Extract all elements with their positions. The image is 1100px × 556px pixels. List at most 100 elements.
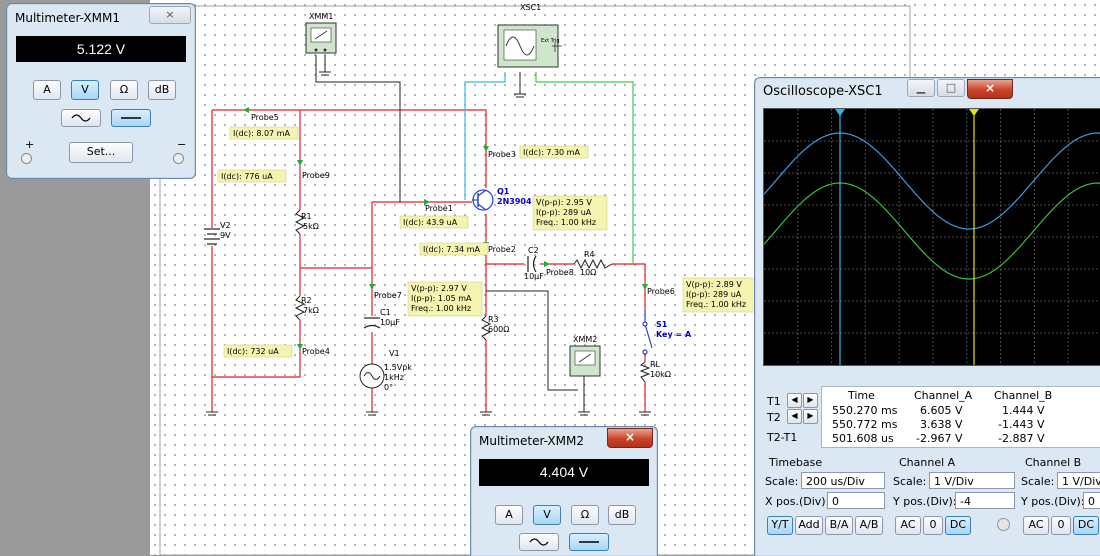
xmm2-decibel-button[interactable]: dB (608, 505, 636, 525)
label-v1: V1 (389, 349, 400, 358)
label-probe3: Probe3 (488, 150, 516, 159)
transistor-q1[interactable] (472, 189, 494, 211)
mode-yt-button[interactable]: Y/T (767, 516, 793, 535)
mode-ab-button[interactable]: A/B (855, 516, 883, 535)
channel-a-terminal[interactable] (997, 518, 1010, 531)
xmm2-voltmeter-button[interactable]: V (533, 505, 561, 525)
mode-add-button[interactable]: Add (795, 516, 823, 535)
xmm1-set-button[interactable]: Set... (69, 142, 133, 163)
row1-channel-b: 1.444 V (1002, 404, 1045, 417)
xmm2-ohmmeter-button[interactable]: Ω (571, 505, 599, 525)
xmm2-ammeter-button[interactable]: A (495, 505, 523, 525)
t2-label: T2 (767, 411, 781, 424)
battery-v2[interactable] (204, 228, 220, 245)
row2-channel-b: -1.443 V (998, 418, 1045, 431)
label-q1: Q1 (497, 187, 510, 196)
channel-b-ac-button[interactable]: AC (1023, 516, 1049, 535)
label-q1-val: 2N3904 (497, 197, 532, 206)
t2-left-arrow-icon[interactable]: ◀ (787, 409, 802, 424)
mode-ba-button[interactable]: B/A (825, 516, 853, 535)
trace-channel-a (763, 132, 1100, 230)
channel-b-scale-label: Scale: (1021, 475, 1055, 488)
row3-channel-b: -2.887 V (998, 432, 1045, 445)
xmm1-plus-label: + (25, 138, 35, 151)
xmm1-ammeter-button[interactable]: A (33, 80, 61, 100)
channel-a-ac-button[interactable]: AC (895, 516, 921, 535)
note-q1-freq: Freq.: 1.00 kHz (536, 218, 596, 227)
channel-a-scale-input[interactable]: 1 V/Div (929, 472, 1015, 489)
scope-traces (763, 109, 1100, 365)
label-r1-val: 5kΩ (303, 222, 319, 231)
instrument-xmm1[interactable] (305, 22, 337, 54)
wire-cyan (464, 72, 506, 200)
dc-line-icon (579, 541, 599, 543)
header-time: Time (848, 389, 875, 402)
timebase-scale-label: Scale: (765, 475, 799, 488)
multimeter-xmm2-window[interactable]: Multimeter-XMM2 × 4.404 V A V Ω dB (470, 426, 658, 556)
channel-b-scale-input[interactable]: 1 V/Div (1057, 472, 1100, 489)
cursor-t2-flag[interactable] (969, 109, 979, 116)
instrument-xmm2[interactable] (569, 345, 601, 377)
timebase-xpos-input[interactable]: 0 (827, 492, 885, 509)
note-p6-ipp: I(p-p): 289 uA (686, 290, 742, 299)
channel-a-ypos-input[interactable]: -4 (955, 492, 1015, 509)
instrument-xsc1[interactable] (497, 24, 562, 68)
channel-a-zero-button[interactable]: 0 (923, 516, 943, 535)
scope-screen[interactable] (763, 108, 1100, 366)
channel-a-dc-button[interactable]: DC (945, 516, 971, 535)
xmm1-dc-button[interactable] (111, 109, 151, 127)
channel-a-label: Channel A (899, 456, 956, 469)
row2-channel-a: 3.638 V (920, 418, 963, 431)
close-icon[interactable]: × (149, 6, 191, 24)
note-p1: I(dc): 43.9 uA (403, 218, 458, 227)
label-xmm1: XMM1 (309, 12, 333, 21)
note-p2: I(dc): 7.34 mA (423, 245, 480, 254)
note-p7-ipp: I(p-p): 1.05 mA (411, 294, 472, 303)
trace-channel-b (763, 182, 1100, 280)
label-xsc1: XSC1 (520, 3, 541, 12)
xmm1-decibel-button[interactable]: dB (148, 80, 176, 100)
ac-source-v1[interactable] (359, 363, 385, 389)
xmm1-minus-terminal[interactable] (173, 153, 184, 164)
label-c2: C2 (528, 246, 539, 255)
t1-left-arrow-icon[interactable]: ◀ (787, 393, 802, 408)
xmm1-ohmmeter-button[interactable]: Ω (110, 80, 138, 100)
oscilloscope-window[interactable]: Oscilloscope-XSC1 ▁ □ × T1 ◀ ▶ T2 ◀ ▶ T2… (754, 77, 1100, 556)
xmm1-voltmeter-button[interactable]: V (71, 80, 99, 100)
channel-b-zero-button[interactable]: 0 (1051, 516, 1071, 535)
xmm1-plus-terminal[interactable] (21, 153, 32, 164)
label-r3-val: 600Ω (488, 325, 509, 334)
multimeter-xmm1-window[interactable]: Multimeter-XMM1 × 5.122 V A V Ω dB + − S… (6, 3, 196, 179)
label-v1-val2: 1kHz (384, 373, 404, 382)
channel-a-scale-label: Scale: (893, 475, 927, 488)
note-p6-freq: Freq.: 1.00 kHz (686, 300, 746, 309)
close-icon[interactable]: × (607, 428, 653, 448)
t2-right-arrow-icon[interactable]: ▶ (803, 409, 818, 424)
label-r2: R2 (301, 296, 312, 305)
xmm2-ac-button[interactable] (519, 533, 559, 551)
label-s1-key: Key = A (656, 330, 692, 339)
channel-b-ypos-input[interactable]: 0 (1083, 492, 1100, 509)
measurement-table: Time Channel_A Channel_B 550.270 ms 6.60… (821, 386, 1100, 448)
minimize-icon[interactable]: ▁ (907, 79, 935, 97)
close-icon[interactable]: × (967, 79, 1013, 99)
xmm1-display: 5.122 V (16, 36, 186, 62)
maximize-icon[interactable]: □ (937, 79, 965, 97)
switch-s1[interactable] (642, 310, 653, 355)
row1-time: 550.270 ms (832, 404, 898, 417)
label-v2: V2 (220, 221, 231, 230)
cursor-t1-flag[interactable] (835, 109, 845, 116)
label-rl-val: 10kΩ (650, 370, 671, 379)
schematic-labels: XMM1 XSC1 Ext Trig XMM2 Probe5 Probe9 Pr… (220, 3, 692, 392)
xmm1-ac-button[interactable] (61, 109, 101, 127)
t1-right-arrow-icon[interactable]: ▶ (803, 393, 818, 408)
xmm2-display: 4.404 V (479, 459, 649, 486)
timebase-scale-input[interactable]: 200 us/Div (801, 472, 885, 489)
note-p7-freq: Freq.: 1.00 kHz (411, 304, 471, 313)
ac-wave-icon (71, 114, 91, 122)
xmm2-dc-button[interactable] (569, 533, 609, 551)
channel-b-dc-button[interactable]: DC (1073, 516, 1099, 535)
header-channel-b: Channel_B (994, 389, 1053, 402)
label-v1-val1: 1.5Vpk (384, 363, 412, 372)
t2t1-label: T2-T1 (767, 431, 798, 444)
